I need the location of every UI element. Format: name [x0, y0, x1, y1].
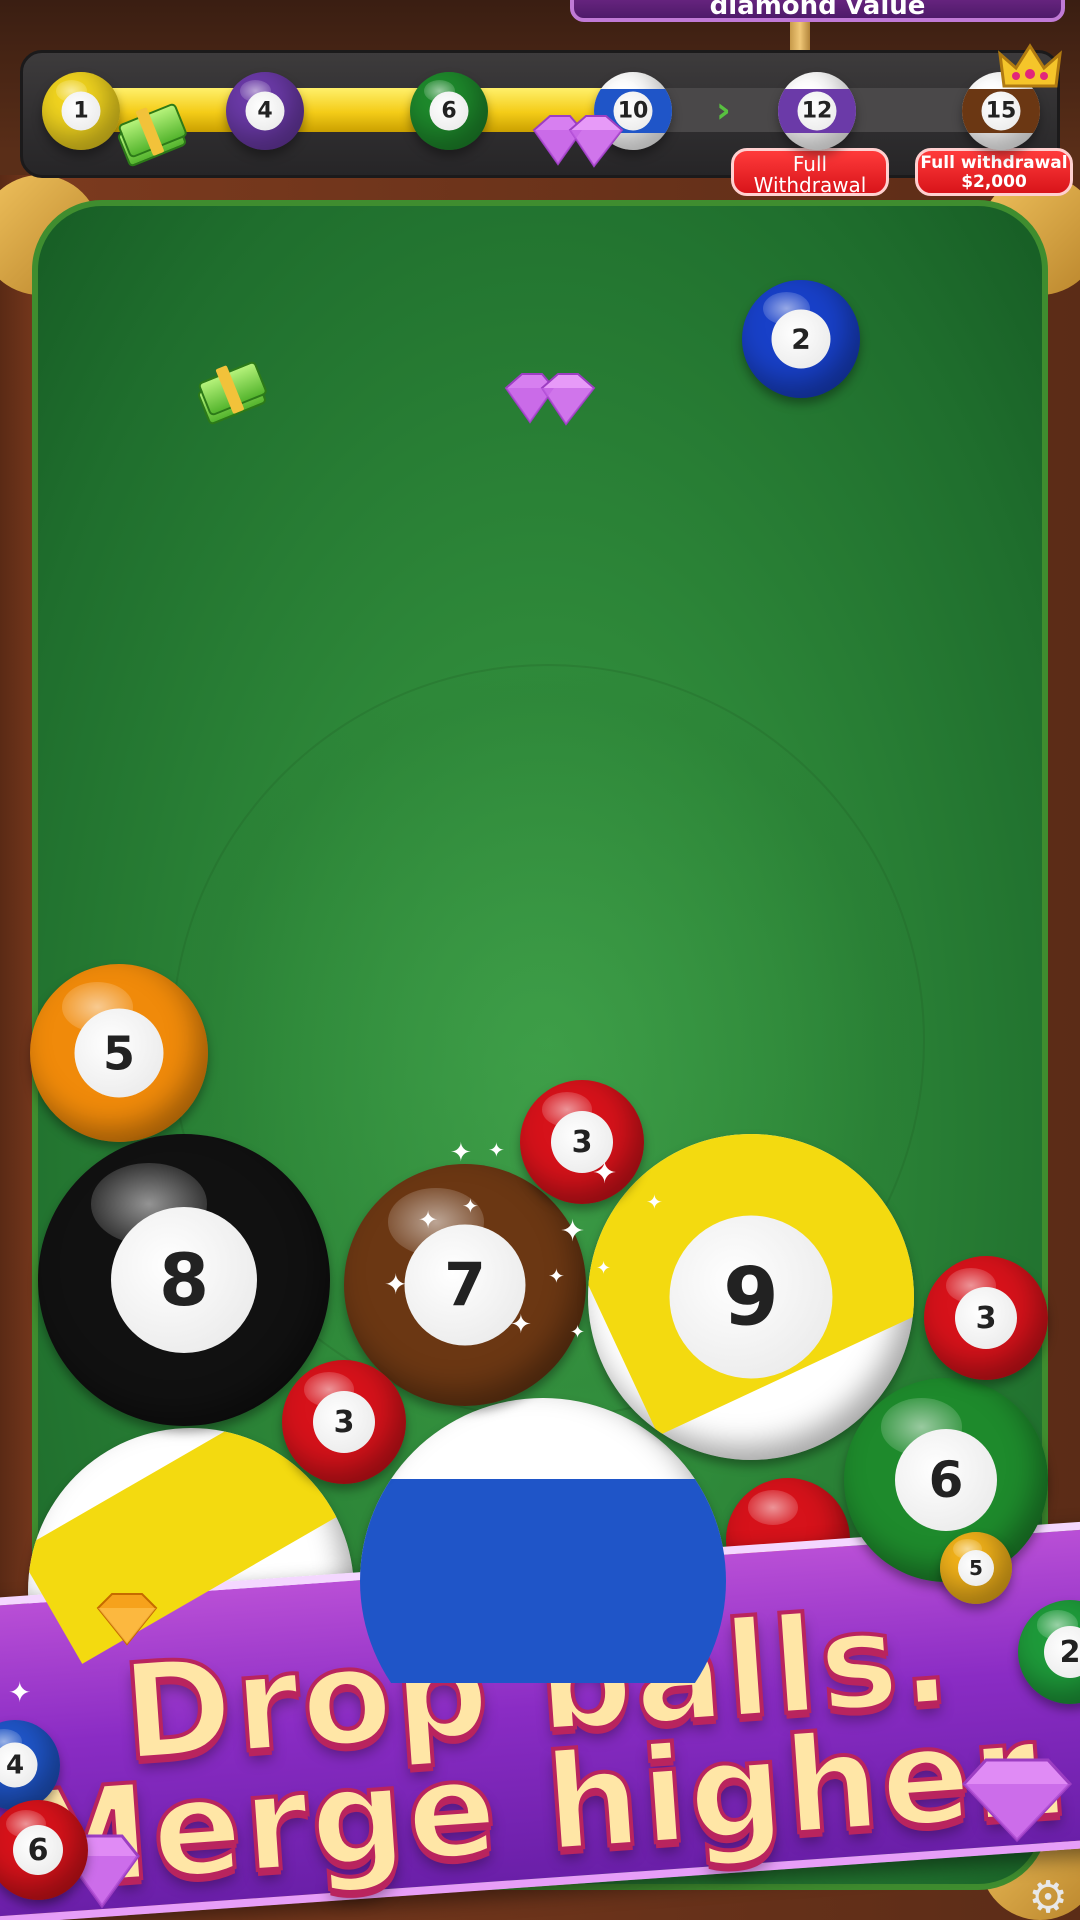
board-ball-number: 5: [74, 1008, 164, 1098]
sparkle-icon: ✦: [548, 1264, 565, 1288]
milestone-ball: 6: [410, 72, 488, 150]
milestone-ball-number: 12: [797, 91, 837, 131]
orange-gem-icon: [96, 1593, 158, 1646]
diamond-icon[interactable]: [500, 368, 600, 428]
board-ball-number: 3: [313, 1391, 375, 1453]
full-withdrawal-2000-line2: $2,000: [961, 172, 1027, 192]
sparkle-icon: ✦: [596, 1258, 612, 1279]
sparkle-icon: ✦: [488, 1138, 505, 1162]
full-withdrawal-2000-line1: Full withdrawal: [920, 153, 1068, 173]
board-ball: 3: [520, 1080, 644, 1204]
milestone-ball: 4: [226, 72, 304, 150]
milestone-ball-number: 6: [429, 91, 469, 131]
sparkle-icon: ✦: [418, 1206, 439, 1234]
banner-ball-number: 5: [958, 1550, 994, 1586]
next-ball-number: 2: [771, 309, 831, 369]
label-pole: [790, 22, 810, 52]
sparkle-icon: ✦: [384, 1268, 408, 1301]
sparkle-icon: ✦: [462, 1194, 479, 1218]
banner-ball-number: 2: [1044, 1626, 1080, 1678]
sparkle-icon: ✦: [450, 1138, 472, 1168]
board-ball-number: 8: [111, 1207, 257, 1353]
banner-ball: 5: [940, 1532, 1012, 1604]
crown-icon: [998, 43, 1062, 88]
milestone-ball: 1: [42, 72, 120, 150]
board-ball: 3: [282, 1360, 406, 1484]
game-screen: diamond value › 1 4 6 10 12 15 Full Withdrawa…: [0, 0, 1080, 1920]
gear-icon[interactable]: ⚙: [1026, 1876, 1070, 1920]
sparkle-icon: ✦: [592, 1156, 618, 1191]
full-withdrawal-text: Full Withdrawal: [753, 152, 867, 197]
diamond-icon: [961, 1758, 1073, 1843]
sparkle-icon: ✦: [8, 1676, 32, 1709]
sparkle-icon: ✦: [570, 1322, 586, 1343]
milestone-ball: 12: [778, 72, 856, 150]
board-ball: 3: [924, 1256, 1048, 1380]
board-ball: 8: [38, 1134, 330, 1426]
board-ball-number: 3: [955, 1287, 1017, 1349]
board-ball-number: 9: [669, 1215, 833, 1379]
full-withdrawal-badge[interactable]: Full Withdrawal: [731, 148, 889, 196]
diamond-value-label: diamond value: [570, 0, 1065, 22]
diamond-icon: [532, 115, 624, 168]
arrow-icon: ›: [716, 90, 731, 131]
board-ball-number: 7: [404, 1224, 526, 1346]
sparkle-icon: ✦: [560, 1214, 586, 1249]
board-ball-number: 6: [895, 1429, 997, 1531]
milestone-ball-number: 1: [61, 91, 101, 131]
banner-ball-number: 4: [0, 1742, 38, 1788]
sparkle-icon: ✦: [510, 1310, 532, 1340]
board-ball: 5: [30, 964, 208, 1142]
full-withdrawal-2000-badge[interactable]: Full withdrawal $2,000: [915, 148, 1073, 196]
next-ball[interactable]: 2: [742, 280, 860, 398]
sparkle-icon: ✦: [646, 1190, 663, 1214]
banner-ball-number: 6: [13, 1825, 63, 1875]
milestone-ball-number: 4: [245, 91, 285, 131]
board-ball: 9: [588, 1134, 914, 1460]
